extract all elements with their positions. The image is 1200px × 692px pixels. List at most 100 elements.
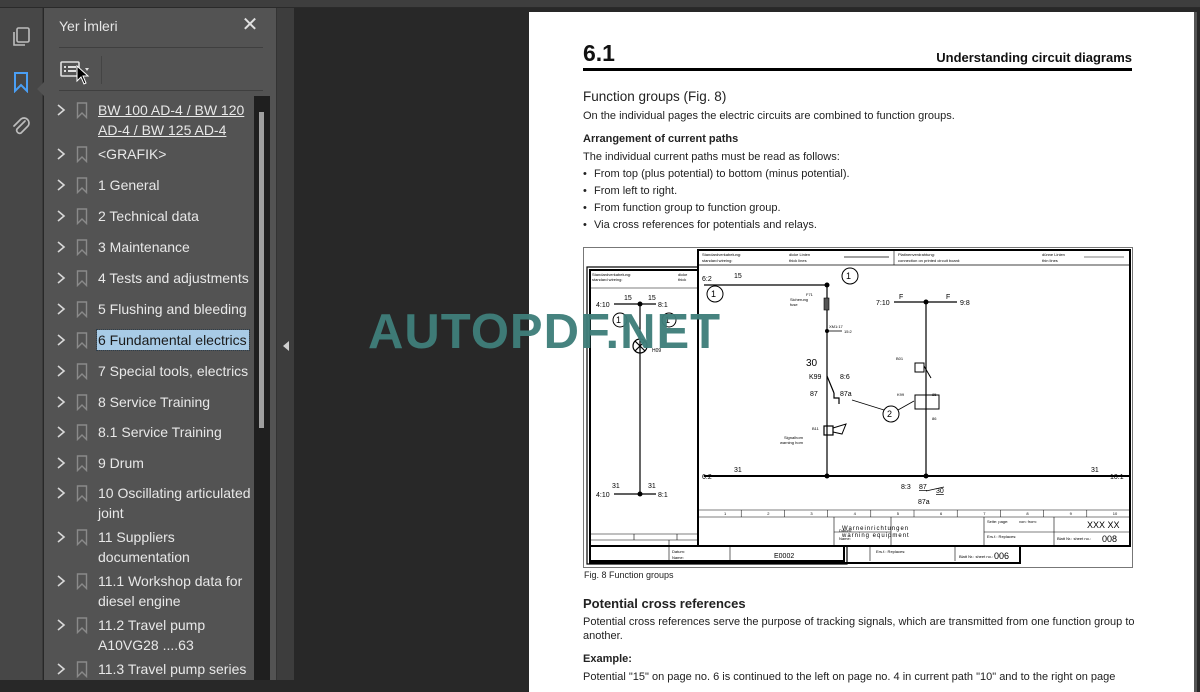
svg-text:15: 15: [734, 273, 742, 280]
bookmark-label: 10 Oscillating articulated joint: [98, 485, 251, 521]
svg-text:15: 15: [648, 295, 656, 302]
svg-text:15: 15: [624, 295, 632, 302]
chevron-right-icon[interactable]: [55, 425, 67, 439]
bookmark-icon: [76, 270, 88, 287]
chevron-right-icon[interactable]: [55, 333, 67, 347]
svg-text:7:10: 7:10: [876, 300, 890, 307]
bookmark-label: 7 Special tools, electrics: [98, 363, 249, 379]
chevron-right-icon[interactable]: [55, 530, 67, 544]
bookmark-icon: [76, 661, 88, 678]
svg-text:warning horn: warning horn: [780, 440, 803, 445]
scrollbar-thumb[interactable]: [259, 112, 264, 428]
chevron-right-icon[interactable]: [55, 395, 67, 409]
close-icon[interactable]: ✕: [239, 14, 261, 36]
svg-text:4:10: 4:10: [596, 302, 610, 309]
svg-text:30: 30: [936, 488, 944, 495]
svg-text:1: 1: [846, 271, 851, 281]
bullet-list: • From top (plus potential) to bottom (mi…: [583, 167, 850, 235]
bookmark-label: 5 Flushing and bleeding: [98, 301, 247, 317]
svg-text:85: 85: [932, 392, 937, 397]
bookmark-label: 8 Service Training: [98, 394, 211, 410]
panel-title: Yer İmleri: [59, 18, 118, 34]
svg-text:Blatt Nr.: sheet no.:: Blatt Nr.: sheet no.:: [1057, 536, 1091, 541]
svg-text:K99: K99: [897, 392, 905, 397]
subheading: Arrangement of current paths: [583, 133, 739, 145]
svg-text:4:10: 4:10: [596, 492, 610, 499]
svg-text:connection on printed circuit: connection on printed circuit board:: [898, 258, 960, 263]
toolbar-separator: [101, 56, 102, 84]
svg-text:warning equipment: warning equipment: [841, 533, 910, 539]
example-label: Example:: [583, 653, 632, 665]
bookmark-list: BW 100 AD-4 / BW 120 AD-4 / BW 125 AD-4 <…: [44, 96, 254, 680]
bookmark-label: 9 Drum: [98, 455, 144, 471]
svg-text:30: 30: [806, 358, 818, 369]
svg-text:dicke Linien: dicke Linien: [789, 252, 810, 257]
chapter-title: Understanding circuit diagrams: [936, 50, 1132, 65]
bookmark-icon: [76, 239, 88, 256]
chevron-right-icon[interactable]: [55, 618, 67, 632]
bookmark-icon: [76, 529, 88, 546]
chevron-right-icon[interactable]: [55, 364, 67, 378]
svg-text:Seite: page:: Seite: page:: [987, 519, 1008, 524]
header-rule: [583, 68, 1132, 71]
bookmark-label: 4 Tests and adjustments: [98, 270, 249, 286]
svg-text:008: 008: [1102, 534, 1117, 544]
svg-text:15:2: 15:2: [844, 329, 853, 334]
bookmark-icon[interactable]: [10, 70, 32, 94]
chevron-right-icon[interactable]: [55, 302, 67, 316]
svg-text:E0002: E0002: [774, 553, 794, 560]
chevron-right-icon[interactable]: [55, 240, 67, 254]
svg-text:dünne Linien: dünne Linien: [1042, 252, 1065, 257]
chevron-right-icon[interactable]: [55, 209, 67, 223]
svg-text:Ers.f.: Replaces:: Ers.f.: Replaces:: [987, 534, 1016, 539]
chevron-right-icon[interactable]: [55, 662, 67, 676]
bookmark-label: 3 Maintenance: [98, 239, 190, 255]
chevron-right-icon[interactable]: [55, 456, 67, 470]
svg-text:H09: H09: [652, 348, 661, 354]
bookmark-label: BW 100 AD-4 / BW 120 AD-4 / BW 125 AD-4: [98, 102, 245, 138]
svg-text:standard wireing:: standard wireing:: [592, 277, 622, 282]
pages-icon[interactable]: [10, 25, 32, 49]
chevron-right-icon[interactable]: [55, 486, 67, 500]
svg-text:1: 1: [711, 289, 716, 299]
bullet-item: • Via cross references for potentials and…: [583, 219, 817, 231]
section-heading: Potential cross references: [583, 596, 746, 611]
svg-text:2: 2: [887, 409, 892, 419]
svg-text:XM1:17: XM1:17: [829, 324, 844, 329]
svg-text:Platinenverdrahtung:: Platinenverdrahtung:: [898, 252, 935, 257]
chevron-right-icon[interactable]: [55, 178, 67, 192]
svg-text:6:2: 6:2: [702, 276, 712, 283]
panel-splitter[interactable]: [276, 8, 294, 680]
chevron-right-icon[interactable]: [55, 147, 67, 161]
collapse-panel-icon[interactable]: [283, 341, 289, 351]
svg-text:87: 87: [810, 391, 818, 398]
circuit-diagram-figure: Standardverkabelung: standard wireing: d…: [583, 247, 1133, 568]
svg-text:standard wireing:: standard wireing:: [702, 258, 732, 263]
scrollbar[interactable]: [254, 96, 270, 680]
bookmark-icon: [76, 146, 88, 163]
svg-text:Warneinrichtungen: Warneinrichtungen: [842, 526, 909, 532]
svg-text:87: 87: [919, 484, 927, 491]
svg-text:8:3: 8:3: [901, 484, 911, 491]
bookmark-icon: [76, 177, 88, 194]
figure-caption: Fig. 8 Function groups: [584, 570, 674, 580]
divider: [59, 90, 263, 91]
svg-text:Standardverkabelung:: Standardverkabelung:: [702, 252, 741, 257]
bookmark-icon: [76, 363, 88, 380]
divider: [59, 47, 263, 48]
svg-text:31: 31: [1091, 467, 1099, 474]
svg-text:Ers.f.: Replaces:: Ers.f.: Replaces:: [876, 549, 905, 554]
svg-text:006: 006: [994, 551, 1009, 561]
intro-text: The individual current paths must be rea…: [583, 151, 840, 163]
svg-text:9:8: 9:8: [960, 300, 970, 307]
svg-text:thick: thick: [678, 277, 686, 282]
bookmark-label: 2 Technical data: [98, 208, 199, 224]
bookmark-icon: [76, 102, 88, 119]
svg-text:31: 31: [734, 467, 742, 474]
chevron-right-icon[interactable]: [55, 574, 67, 588]
active-tab-pointer: [37, 82, 44, 96]
attachment-icon[interactable]: [10, 114, 32, 138]
chevron-right-icon[interactable]: [55, 271, 67, 285]
svg-text:1: 1: [665, 315, 670, 325]
chevron-right-icon[interactable]: [55, 103, 67, 117]
